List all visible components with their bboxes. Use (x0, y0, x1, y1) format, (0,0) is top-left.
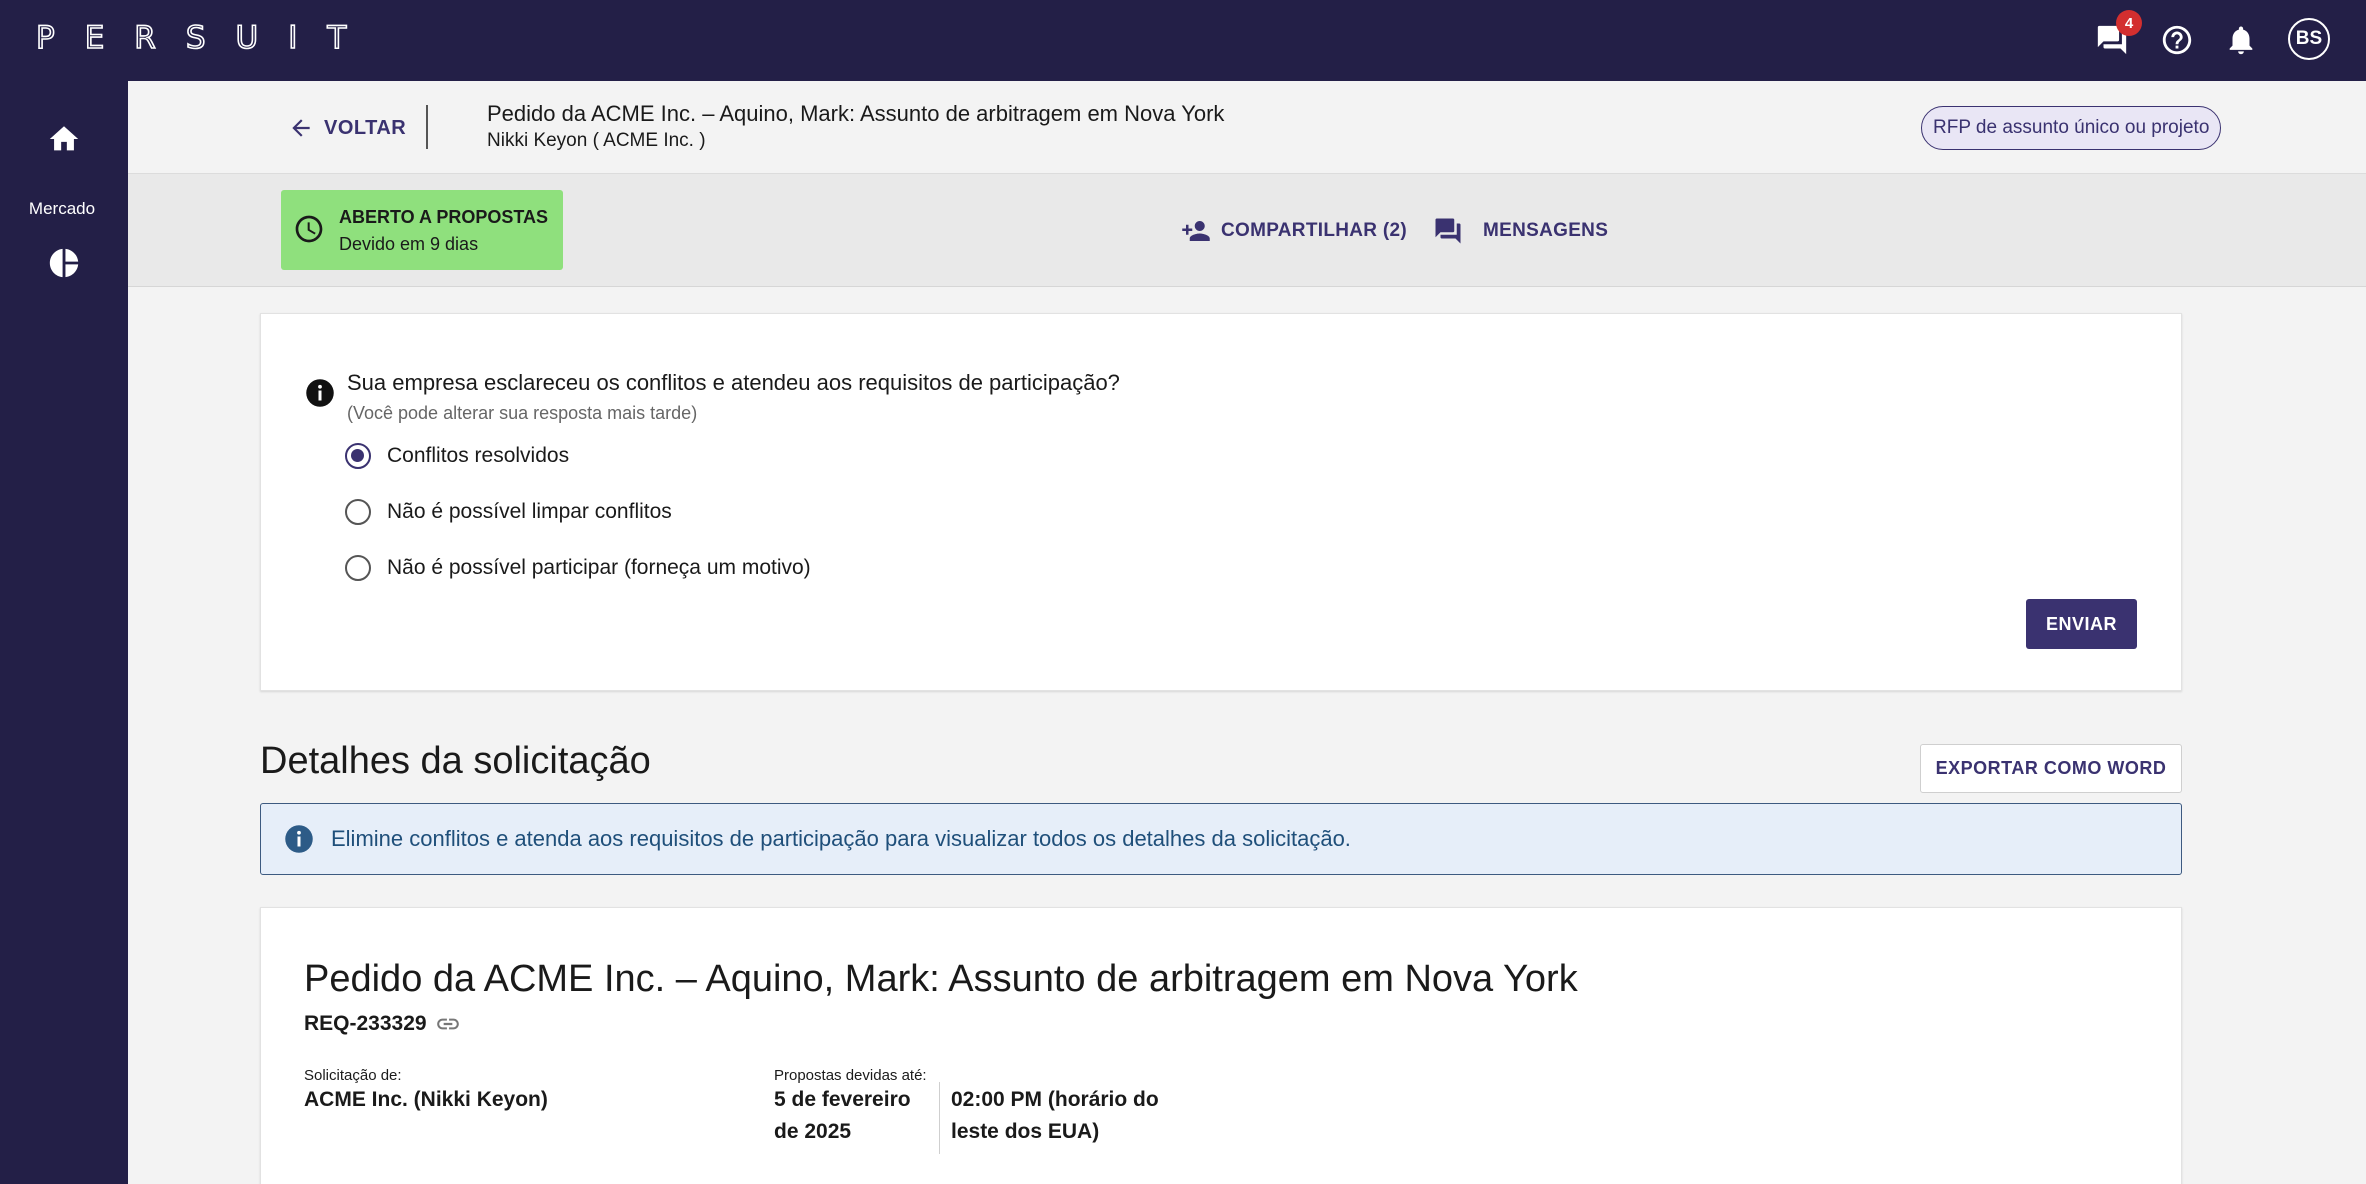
request-header: VOLTAR Pedido da ACME Inc. – Aquino, Mar… (128, 81, 2366, 174)
radio-option-conflicts-resolved[interactable]: Conflitos resolvidos (345, 443, 569, 469)
status-strip: ABERTO A PROPOSTAS Devido em 9 dias COMP… (128, 174, 2366, 287)
due-date: 5 de fevereiro de 2025 (774, 1084, 911, 1148)
request-id: REQ-233329 (304, 1011, 461, 1037)
top-bar: PERSUIT 4 BS (0, 0, 2366, 81)
sidebar-item-home[interactable] (44, 119, 84, 159)
radio-button[interactable] (345, 555, 371, 581)
user-avatar[interactable]: BS (2288, 18, 2330, 60)
messages-badge: 4 (2116, 10, 2142, 36)
due-label: Propostas devidas até: (774, 1067, 927, 1084)
rfp-type-chip[interactable]: RFP de assunto único ou projeto (1921, 106, 2222, 150)
radio-option-cannot-clear[interactable]: Não é possível limpar conflitos (345, 499, 672, 525)
link-icon[interactable] (435, 1011, 461, 1037)
help-button[interactable] (2155, 18, 2199, 62)
arrow-back-icon (292, 119, 310, 137)
divider (939, 1082, 940, 1154)
bell-icon (2229, 26, 2253, 55)
person-add-icon (1182, 221, 1210, 241)
messages-button[interactable]: 4 (2090, 10, 2142, 62)
status-title: ABERTO A PROPOSTAS (339, 207, 549, 227)
persuit-logo[interactable]: PERSUIT (35, 19, 376, 57)
radio-button[interactable] (345, 443, 371, 469)
sidebar-item-label[interactable]: Mercado (0, 199, 124, 219)
messages-label: MENSAGENS (1483, 220, 1609, 241)
share-label: COMPARTILHAR (2) (1221, 220, 1407, 241)
conflict-question-card: Sua empresa esclareceu os conflitos e at… (260, 313, 2182, 691)
radio-option-cannot-participate[interactable]: Não é possível participar (forneça um mo… (345, 555, 811, 581)
radio-button[interactable] (345, 499, 371, 525)
due-time-line: leste dos EUA) (951, 1120, 1100, 1143)
due-date-line: 5 de fevereiro (774, 1088, 911, 1111)
sidebar-item-market[interactable] (44, 243, 84, 283)
due-time-line: 02:00 PM (horário do (951, 1088, 1159, 1111)
info-alert: Elimine conflitos e atenda aos requisito… (260, 803, 2182, 875)
due-date-line: de 2025 (774, 1120, 852, 1143)
notifications-button[interactable] (2219, 18, 2263, 62)
radio-label: Não é possível limpar conflitos (387, 500, 672, 523)
submit-button[interactable]: ENVIAR (2026, 599, 2137, 649)
export-word-button[interactable]: EXPORTAR COMO WORD (1920, 744, 2182, 793)
back-label: VOLTAR (324, 116, 407, 139)
status-due: Devido em 9 dias (339, 234, 479, 254)
radio-label: Não é possível participar (forneça um mo… (387, 556, 811, 579)
back-button[interactable]: VOLTAR (288, 115, 406, 141)
messages-tab-button[interactable]: MENSAGENS (1433, 216, 1608, 246)
header-divider (426, 105, 428, 149)
alert-message: Elimine conflitos e atenda aos requisito… (331, 826, 1351, 851)
share-button[interactable]: COMPARTILHAR (2) (1181, 216, 1407, 246)
requested-by-label: Solicitação de: (304, 1067, 402, 1084)
radio-label: Conflitos resolvidos (387, 444, 570, 467)
page-subtitle: Nikki Keyon ( ACME Inc. ) (487, 130, 706, 151)
conflict-question: Sua empresa esclareceu os conflitos e at… (347, 370, 1120, 395)
requested-by-value: ACME Inc. (Nikki Keyon) (304, 1088, 548, 1111)
page-title: Pedido da ACME Inc. – Aquino, Mark: Assu… (487, 101, 1225, 126)
info-icon (285, 825, 313, 853)
sidebar: Mercado (0, 81, 128, 1184)
status-badge: ABERTO A PROPOSTAS Devido em 9 dias (281, 190, 563, 270)
clock-icon (295, 215, 323, 243)
request-details-card: Pedido da ACME Inc. – Aquino, Mark: Assu… (260, 907, 2182, 1184)
request-title: Pedido da ACME Inc. – Aquino, Mark: Assu… (304, 958, 1578, 1000)
forum-icon (1435, 218, 1461, 244)
home-icon (49, 126, 79, 151)
conflict-hint: (Você pode alterar sua resposta mais tar… (347, 403, 698, 423)
request-id-text: REQ-233329 (304, 1012, 427, 1035)
pie-chart-icon (49, 248, 79, 278)
section-title: Detalhes da solicitação (260, 740, 651, 782)
due-time: 02:00 PM (horário do leste dos EUA) (951, 1084, 1159, 1148)
help-icon (2162, 25, 2192, 55)
info-icon (305, 378, 335, 408)
